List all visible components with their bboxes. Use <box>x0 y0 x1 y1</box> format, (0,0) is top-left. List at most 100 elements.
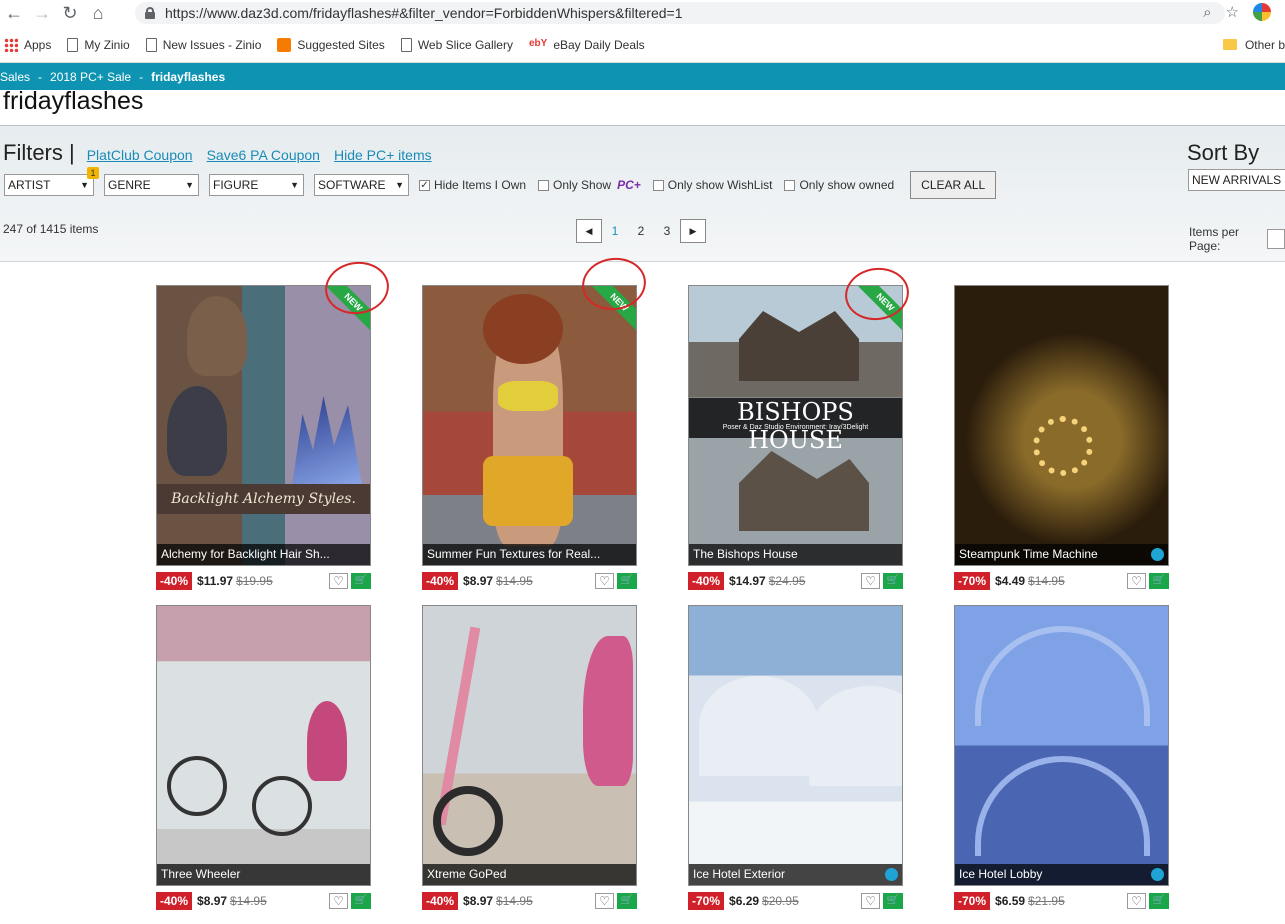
items-per-page-select[interactable] <box>1266 229 1285 249</box>
product-image[interactable]: Ice Hotel Lobby <box>954 605 1169 886</box>
wishlist-heart-icon[interactable]: ♡ <box>329 572 348 589</box>
profile-icon[interactable] <box>1253 3 1271 21</box>
sale-price: $8.97 <box>463 573 494 588</box>
add-to-cart-icon[interactable]: 🛒 <box>351 572 371 589</box>
product-image[interactable]: NEW Summer Fun Textures for Real... <box>422 285 637 566</box>
product-name[interactable]: Ice Hotel Lobby <box>955 864 1168 885</box>
filters-header: Filters | PlatClub Coupon Save6 PA Coupo… <box>3 140 438 166</box>
daz-original-icon <box>1151 868 1164 881</box>
next-page-icon[interactable]: ▶ <box>680 219 706 243</box>
bookmark-suggested-sites[interactable]: Suggested Sites <box>277 37 385 52</box>
wishlist-heart-icon[interactable]: ♡ <box>595 572 614 589</box>
wishlist-heart-icon[interactable]: ♡ <box>329 892 348 909</box>
product-image[interactable]: Xtreme GoPed <box>422 605 637 886</box>
add-to-cart-icon[interactable]: 🛒 <box>617 572 637 589</box>
bookmark-apps[interactable]: Apps <box>4 37 51 52</box>
add-to-cart-icon[interactable]: 🛒 <box>351 892 371 909</box>
breadcrumb-pc-sale[interactable]: 2018 PC+ Sale <box>50 70 131 84</box>
bookmark-other[interactable]: Other b <box>1222 38 1285 52</box>
original-price: $19.95 <box>236 573 273 588</box>
page-2[interactable]: 2 <box>628 224 654 238</box>
only-wishlist-checkbox[interactable]: Only show WishList <box>652 178 772 192</box>
price-row: -40% $8.97 $14.95 ♡ 🛒 <box>422 888 637 913</box>
wishlist-heart-icon[interactable]: ♡ <box>861 572 880 589</box>
new-ribbon: NEW <box>322 286 370 333</box>
product-card: Three Wheeler -40% $8.97 $14.95 ♡ 🛒 <box>156 605 371 913</box>
save6-coupon-link[interactable]: Save6 PA Coupon <box>207 147 320 163</box>
home-icon[interactable]: ⌂ <box>84 0 112 27</box>
original-price: $20.95 <box>762 893 799 908</box>
sale-price: $6.59 <box>995 893 1026 908</box>
add-to-cart-icon[interactable]: 🛒 <box>1149 892 1169 909</box>
product-image[interactable]: BISHOPS HOUSE Poser & Daz Studio Environ… <box>688 285 903 566</box>
reload-icon[interactable]: ↻ <box>56 0 84 27</box>
clear-all-button[interactable]: CLEAR ALL <box>910 171 997 199</box>
bookmark-web-slice-gallery[interactable]: Web Slice Gallery <box>400 37 513 52</box>
page-1[interactable]: 1 <box>602 224 628 238</box>
product-name[interactable]: Steampunk Time Machine <box>955 544 1168 565</box>
product-image[interactable]: Ice Hotel Exterior <box>688 605 903 886</box>
new-ribbon: NEW <box>854 286 902 333</box>
product-card: NEW Summer Fun Textures for Real... -40%… <box>422 285 637 593</box>
product-image[interactable]: Three Wheeler <box>156 605 371 886</box>
product-name[interactable]: Ice Hotel Exterior <box>689 864 902 885</box>
page-icon <box>400 37 412 52</box>
page-3[interactable]: 3 <box>654 224 680 238</box>
product-art-subtitle: Poser & Daz Studio Environment: Iray/3De… <box>722 424 869 431</box>
wishlist-heart-icon[interactable]: ♡ <box>1127 892 1146 909</box>
add-to-cart-icon[interactable]: 🛒 <box>883 892 903 909</box>
product-card: Ice Hotel Lobby -70% $6.59 $21.95 ♡ 🛒 <box>954 605 1169 913</box>
sort-by-title: Sort By <box>1187 140 1260 165</box>
original-price: $14.95 <box>230 893 267 908</box>
artist-count-badge: 1 <box>87 167 99 179</box>
breadcrumb: Sales - 2018 PC+ Sale - fridayflashes <box>0 63 1285 90</box>
original-price: $14.95 <box>496 893 533 908</box>
sort-select[interactable]: NEW ARRIVALS <box>1188 169 1285 191</box>
discount-badge: -40% <box>422 891 459 910</box>
sale-price: $4.49 <box>995 573 1026 588</box>
product-name[interactable]: Alchemy for Backlight Hair Sh... <box>157 544 370 565</box>
suggested-sites-icon <box>277 37 292 52</box>
genre-select[interactable]: GENRE <box>104 174 199 196</box>
platclub-coupon-link[interactable]: PlatClub Coupon <box>87 147 193 163</box>
product-name[interactable]: Three Wheeler <box>157 864 370 885</box>
product-card: Steampunk Time Machine -70% $4.49 $14.95… <box>954 285 1169 593</box>
bookmark-new-issues-zinio[interactable]: New Issues - Zinio <box>145 37 261 52</box>
product-card: BISHOPS HOUSE Poser & Daz Studio Environ… <box>688 285 903 593</box>
bookmark-ebay-daily-deals[interactable]: ebY eBay Daily Deals <box>529 38 645 52</box>
daz-original-icon <box>1151 548 1164 561</box>
figure-select[interactable]: FIGURE <box>209 174 304 196</box>
bookmark-star-icon[interactable]: ☆ <box>1226 3 1239 21</box>
original-price: $14.95 <box>496 573 533 588</box>
bookmark-my-zinio[interactable]: My Zinio <box>67 37 130 52</box>
wishlist-heart-icon[interactable]: ♡ <box>861 892 880 909</box>
product-grid: Backlight Alchemy Styles. NEW Alchemy fo… <box>156 285 1169 913</box>
wishlist-heart-icon[interactable]: ♡ <box>1127 572 1146 589</box>
breadcrumb-sales[interactable]: Sales <box>0 70 30 84</box>
product-image[interactable]: Backlight Alchemy Styles. NEW Alchemy fo… <box>156 285 371 566</box>
add-to-cart-icon[interactable]: 🛒 <box>617 892 637 909</box>
filters-title: Filters | <box>3 140 75 165</box>
prev-page-icon[interactable]: ◀ <box>576 219 602 243</box>
product-name[interactable]: Summer Fun Textures for Real... <box>423 544 636 565</box>
product-image[interactable]: Steampunk Time Machine <box>954 285 1169 566</box>
product-name[interactable]: The Bishops House <box>689 544 902 565</box>
product-name[interactable]: Xtreme GoPed <box>423 864 636 885</box>
artist-select[interactable]: ARTIST 1 <box>4 167 99 196</box>
back-arrow-icon[interactable]: ← <box>0 0 28 27</box>
address-bar[interactable]: https://www.daz3d.com/fridayflashes#&fil… <box>135 2 1225 24</box>
wishlist-heart-icon[interactable]: ♡ <box>595 892 614 909</box>
hide-owned-checkbox[interactable]: ✓ Hide Items I Own <box>419 178 526 192</box>
daz-original-icon <box>885 868 898 881</box>
zoom-icon[interactable]: ⌕ <box>1203 4 1211 21</box>
only-owned-checkbox[interactable]: Only show owned <box>784 178 894 192</box>
checkbox-icon <box>784 179 796 191</box>
software-select[interactable]: SOFTWARE <box>314 174 409 196</box>
only-show-pcplus-checkbox[interactable]: Only Show PC+ <box>538 178 641 192</box>
add-to-cart-icon[interactable]: 🛒 <box>1149 572 1169 589</box>
add-to-cart-icon[interactable]: 🛒 <box>883 572 903 589</box>
browser-toolbar: ← → ↻ ⌂ https://www.daz3d.com/fridayflas… <box>0 0 1285 27</box>
hide-pcplus-link[interactable]: Hide PC+ items <box>334 147 432 163</box>
forward-arrow-icon[interactable]: → <box>28 0 56 27</box>
breadcrumb-separator: - <box>139 69 144 84</box>
